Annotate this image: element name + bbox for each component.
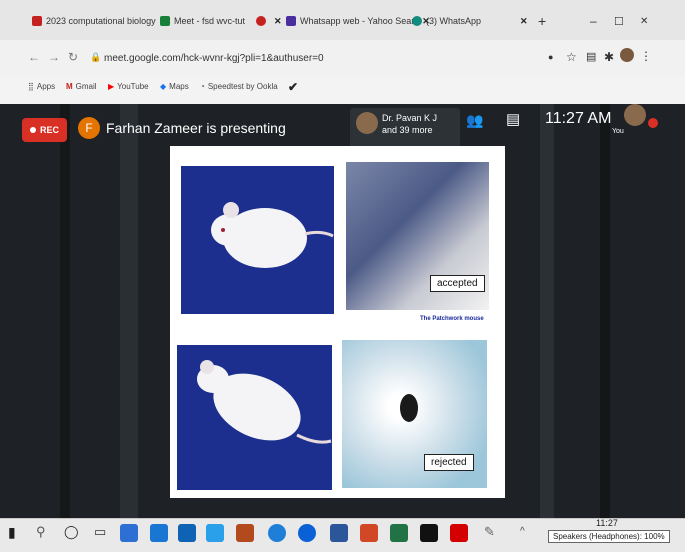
gmail-icon bbox=[32, 16, 42, 26]
recording-badge: REC bbox=[22, 118, 67, 142]
url-field[interactable]: meet.google.com/hck-wvnr-kgj?pli=1&authu… bbox=[104, 53, 324, 64]
pen-icon[interactable]: ✎ bbox=[484, 524, 495, 540]
bookmark-maps[interactable]: ◆ Maps bbox=[160, 82, 189, 91]
mouse-illustration bbox=[211, 202, 334, 268]
bookmarks-bar bbox=[0, 76, 685, 105]
bookmark-apps[interactable]: ⣿ Apps bbox=[28, 82, 55, 91]
self-label: You bbox=[612, 128, 624, 135]
shield-icon[interactable] bbox=[236, 524, 254, 542]
search-icon[interactable]: ⚲ bbox=[36, 524, 46, 540]
task-view-icon[interactable]: ▭ bbox=[94, 524, 106, 540]
cortana-icon[interactable]: ◯ bbox=[64, 524, 79, 540]
meet-icon bbox=[160, 16, 170, 26]
forward-icon[interactable]: → bbox=[48, 50, 60, 64]
speedtest-icon: ◔ bbox=[200, 82, 205, 91]
tab-computational-biology[interactable]: 2023 computational biology ✕ bbox=[32, 10, 171, 32]
tab-label: Whatsapp web - Yahoo Sear bbox=[300, 16, 415, 26]
menu-icon[interactable]: ⋮ bbox=[640, 49, 652, 63]
camera-icon[interactable]: ● bbox=[548, 52, 553, 62]
extensions-icon[interactable]: ▤ bbox=[586, 50, 596, 63]
close-window-button[interactable]: ✕ bbox=[640, 10, 648, 32]
edge-icon[interactable] bbox=[268, 524, 286, 542]
tab-label: 2023 computational biology bbox=[46, 16, 156, 26]
yahoo-icon bbox=[286, 16, 296, 26]
notes-icon[interactable] bbox=[420, 524, 438, 542]
taskbar-clock[interactable]: 11:27 bbox=[596, 518, 618, 528]
slide-caption: The Patchwork mouse bbox=[420, 316, 484, 322]
white-mouse-photo-1 bbox=[181, 166, 334, 314]
tab-meet[interactable]: Meet - fsd wvc-tut bbox=[160, 10, 245, 32]
tab-red[interactable]: ✕ bbox=[256, 10, 282, 32]
checkmark-icon[interactable]: ✔ bbox=[288, 80, 298, 94]
tray-chevron-icon[interactable]: ^ bbox=[520, 526, 525, 537]
whatsapp-icon bbox=[412, 16, 422, 26]
presenter-avatar: F bbox=[78, 117, 100, 139]
tab-whatsapp[interactable]: (3) WhatsApp bbox=[412, 10, 481, 32]
maximize-button[interactable]: ☐ bbox=[614, 10, 624, 32]
apps-grid-icon: ⣿ bbox=[28, 82, 34, 91]
dark-stripe bbox=[120, 104, 138, 518]
word-icon[interactable] bbox=[330, 524, 348, 542]
powerpoint-icon[interactable] bbox=[360, 524, 378, 542]
chat-icon[interactable]: ▤ bbox=[506, 110, 520, 128]
people-icon[interactable]: 👥 bbox=[466, 112, 483, 129]
bookmark-gmail[interactable]: M Gmail bbox=[66, 82, 97, 91]
tab-label: Meet - fsd wvc-tut bbox=[174, 16, 246, 26]
accepted-tag: accepted bbox=[430, 275, 485, 292]
dark-stripe bbox=[540, 104, 554, 518]
mic-muted-icon[interactable] bbox=[648, 118, 658, 128]
lock-icon[interactable]: 🔒 bbox=[90, 52, 101, 63]
address-bar-row bbox=[0, 40, 685, 76]
minimize-button[interactable]: – bbox=[590, 10, 597, 32]
close-icon[interactable]: ✕ bbox=[274, 16, 282, 27]
maps-icon: ◆ bbox=[160, 82, 167, 91]
volume-tooltip: Speakers (Headphones): 100% bbox=[548, 530, 670, 543]
profile-avatar[interactable] bbox=[620, 48, 634, 62]
white-mouse-photo-2 bbox=[177, 345, 332, 490]
gmail-icon: M bbox=[66, 82, 73, 91]
excel-icon[interactable] bbox=[390, 524, 408, 542]
meeting-clock: 11:27 AM bbox=[545, 110, 612, 127]
participant-avatar bbox=[356, 112, 378, 134]
settings-icon[interactable] bbox=[120, 524, 138, 542]
tab-favicon bbox=[256, 16, 266, 26]
participants-summary: Dr. Pavan K J and 39 more bbox=[382, 113, 438, 135]
bookmark-speedtest[interactable]: ◔ Speedtest by Ookla bbox=[200, 82, 278, 91]
star-icon[interactable]: ☆ bbox=[566, 50, 577, 64]
calendar-icon[interactable] bbox=[178, 524, 196, 542]
pin-icon[interactable]: ✱ bbox=[604, 50, 614, 64]
mouse-illustration bbox=[197, 360, 332, 444]
dark-stripe bbox=[60, 104, 70, 518]
youtube-icon: ▶ bbox=[108, 82, 115, 91]
back-icon[interactable]: ← bbox=[28, 50, 40, 64]
record-dot-icon bbox=[29, 127, 36, 133]
dark-stripe bbox=[600, 104, 610, 518]
store-icon[interactable] bbox=[206, 524, 224, 542]
start-icon[interactable]: ▮ bbox=[8, 524, 16, 541]
presenting-text: Farhan Zameer is presenting bbox=[106, 120, 286, 136]
rejected-tag: rejected bbox=[424, 454, 474, 471]
bookmark-youtube[interactable]: ▶ YouTube bbox=[108, 82, 149, 91]
self-avatar[interactable] bbox=[624, 104, 646, 126]
close-tab-button[interactable]: ✕ bbox=[516, 10, 528, 32]
new-tab-button[interactable]: + bbox=[538, 10, 546, 32]
tab-yahoo-search[interactable]: Whatsapp web - Yahoo Sear ✕ bbox=[286, 10, 430, 32]
tab-label: (3) WhatsApp bbox=[426, 16, 482, 26]
chrome-icon[interactable] bbox=[298, 524, 316, 542]
reload-icon[interactable]: ↻ bbox=[68, 50, 78, 64]
mail-icon[interactable] bbox=[150, 524, 168, 542]
pdf-icon[interactable] bbox=[450, 524, 468, 542]
